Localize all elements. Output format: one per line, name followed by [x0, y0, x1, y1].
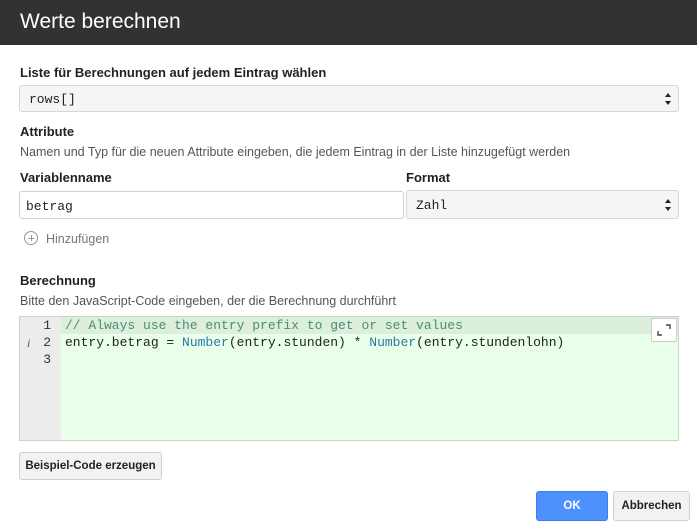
line-number: 3: [43, 352, 51, 367]
code-line-2: entry.betrag = Number(entry.stunden) * N…: [65, 335, 564, 350]
variable-name-header: Variablenname: [20, 170, 112, 185]
code-token: entry.betrag =: [65, 335, 183, 350]
variable-name-input[interactable]: betrag: [19, 191, 404, 219]
code-editor[interactable]: 1 i 2 3 // Always use the entry prefix t…: [19, 316, 679, 441]
dialog-titlebar: Werte berechnen: [0, 0, 697, 45]
line-number: 2: [43, 335, 51, 350]
format-select-value: Zahl: [416, 198, 448, 213]
code-token: (entry.stunden) *: [228, 335, 370, 350]
format-select[interactable]: Zahl: [406, 190, 679, 219]
attributes-hint: Namen und Typ für die neuen Attribute ei…: [20, 145, 571, 159]
expand-icon: [657, 324, 671, 336]
editor-gutter: 1 i 2 3: [20, 317, 61, 440]
list-select-label: Liste für Berechnungen auf jedem Eintrag…: [20, 65, 327, 80]
select-arrows-icon: [664, 197, 672, 213]
code-function-token: Number: [369, 335, 417, 350]
dialog-title: Werte berechnen: [20, 10, 181, 33]
attributes-heading: Attribute: [20, 124, 75, 139]
select-arrows-icon: [664, 91, 672, 107]
line-number: 1: [43, 318, 51, 333]
format-header: Format: [406, 170, 451, 185]
info-icon: i: [27, 336, 31, 350]
list-select[interactable]: rows[]: [19, 85, 679, 112]
ok-button[interactable]: OK: [536, 491, 608, 521]
generate-example-code-button[interactable]: Beispiel-Code erzeugen: [19, 452, 162, 480]
code-comment: // Always use the entry prefix to get or…: [65, 318, 463, 333]
code-function-token: Number: [182, 335, 229, 350]
cancel-button[interactable]: Abbrechen: [613, 491, 690, 521]
list-select-value: rows[]: [29, 92, 76, 107]
code-token: (entry.stundenlohn): [416, 335, 565, 350]
calculation-heading: Berechnung: [20, 273, 96, 288]
calculation-hint: Bitte den JavaScript-Code eingeben, der …: [20, 294, 396, 308]
add-attribute-label: Hinzufügen: [46, 232, 110, 246]
code-line-1: // Always use the entry prefix to get or…: [65, 318, 463, 333]
plus-circle-icon: [24, 231, 38, 245]
variable-name-value: betrag: [26, 199, 73, 214]
expand-editor-button[interactable]: [651, 318, 677, 342]
